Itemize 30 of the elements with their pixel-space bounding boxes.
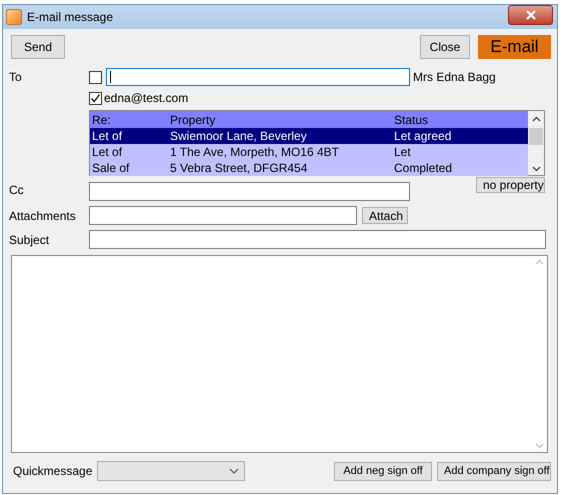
checkbox[interactable] [89, 92, 102, 104]
property-row[interactable]: Let of Swiemoor Lane, Beverley Let agreed [90, 128, 528, 144]
attachments-label: Attachments [9, 208, 77, 222]
cc-field[interactable] [89, 182, 410, 201]
contact-name: Mrs Edna Bagg [413, 70, 496, 84]
window-title: E-mail message [27, 10, 114, 24]
property-row[interactable]: Sale of 5 Vebra Street, DFGR454 Completed [90, 160, 528, 176]
column-header: Property [169, 112, 216, 126]
column-header: Status [393, 112, 430, 126]
close-button[interactable]: Close [420, 35, 470, 59]
app-icon [6, 9, 22, 25]
scroll-thumb[interactable] [529, 128, 543, 145]
column-header: Re: [91, 112, 112, 126]
email-address: edna@test.com [104, 91, 188, 105]
subject-field[interactable] [89, 230, 546, 249]
no-property-button[interactable]: no property [476, 177, 545, 193]
send-button[interactable]: Send [11, 35, 65, 59]
subject-label: Subject [9, 232, 50, 246]
scroll-up-icon[interactable] [532, 116, 540, 122]
email-badge: E-mail [478, 35, 551, 59]
attach-button[interactable]: Attach [362, 207, 408, 224]
attachments-field[interactable] [89, 206, 357, 225]
cc-label: Cc [9, 183, 25, 197]
property-row[interactable]: Let of 1 The Ave, Morpeth, MO16 4BT Let [90, 144, 528, 160]
quickmessage-label: Quickmessage [12, 464, 92, 478]
close-icon[interactable] [508, 5, 553, 25]
to-field[interactable] [106, 68, 410, 86]
to-label: To [9, 70, 23, 84]
scroll-down-icon[interactable] [532, 166, 540, 172]
checkbox[interactable] [89, 70, 102, 84]
